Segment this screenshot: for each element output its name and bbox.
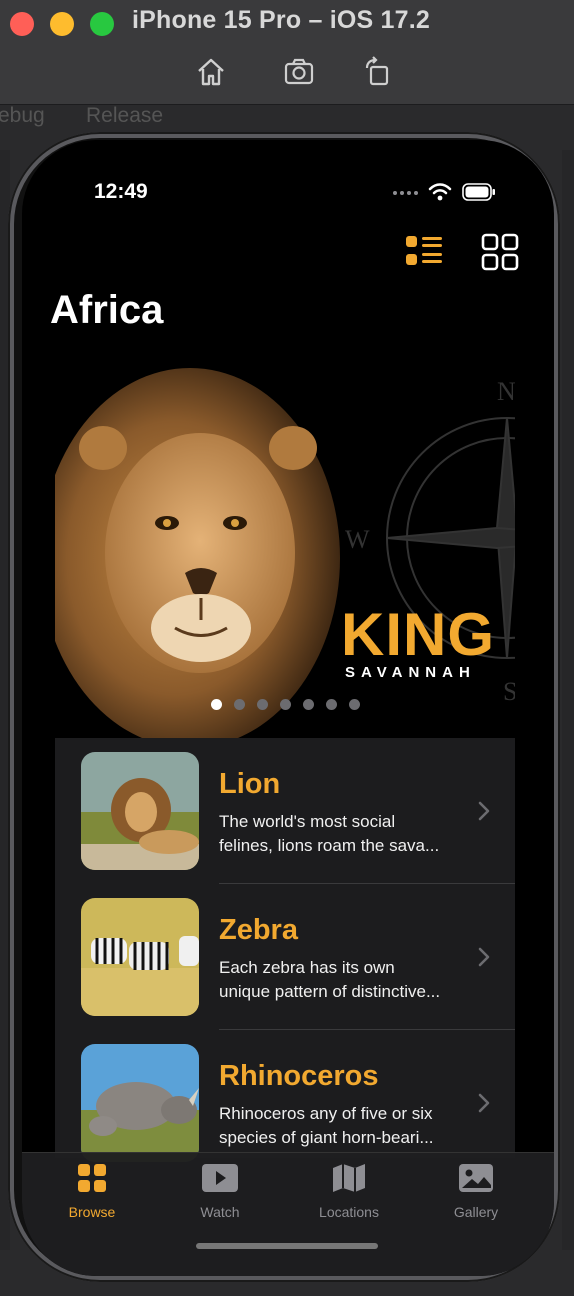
home-icon[interactable] <box>195 56 227 88</box>
gallery-icon <box>459 1164 493 1192</box>
list-view-icon[interactable] <box>404 232 444 272</box>
wifi-icon <box>428 183 452 201</box>
description-line: unique pattern of distinctive... <box>219 982 441 1001</box>
simulator-titlebar: iPhone 15 Pro – iOS 17.2 <box>0 0 574 105</box>
animal-description: The world's most social felines, lions r… <box>219 810 459 858</box>
chevron-right-icon <box>478 1093 490 1113</box>
lion-hero-image: N W S <box>55 368 515 738</box>
hero-headline: KING <box>341 601 495 668</box>
animal-name: Rhinoceros <box>219 1060 379 1092</box>
page-title: Africa <box>50 288 164 332</box>
hero-carousel[interactable]: N W S KING SAVANNAH <box>55 358 515 738</box>
animal-name: Lion <box>219 768 281 800</box>
chevron-right-icon <box>478 801 490 821</box>
description-line: felines, lions roam the sava... <box>219 836 440 855</box>
animal-name: Zebra <box>219 914 298 946</box>
description-line: The world's most social <box>219 812 396 831</box>
status-icons <box>392 182 496 202</box>
behind-label-release: Release <box>86 104 164 127</box>
window-title: iPhone 15 Pro – iOS 17.2 <box>132 6 430 34</box>
home-indicator[interactable] <box>196 1243 378 1249</box>
zebra-thumbnail <box>81 898 199 1016</box>
minimize-window-button[interactable] <box>50 12 74 36</box>
page-dot[interactable] <box>349 699 360 710</box>
tab-locations[interactable]: Locations <box>299 1163 399 1220</box>
behind-panel-right <box>562 150 574 1250</box>
page-indicator[interactable] <box>211 699 360 710</box>
lion-thumbnail <box>81 752 199 870</box>
page-dot[interactable] <box>234 699 245 710</box>
battery-icon <box>462 183 495 201</box>
page-dot[interactable] <box>303 699 314 710</box>
description-line: species of giant horn-beari... <box>219 1128 434 1147</box>
tab-label: Gallery <box>453 1204 499 1220</box>
animal-list: Lion The world's most social felines, li… <box>55 738 515 1162</box>
screenshot-icon[interactable] <box>283 56 315 88</box>
animal-description: Each zebra has its own unique pattern of… <box>219 956 459 1004</box>
grid-view-icon[interactable] <box>480 232 520 272</box>
page-dot[interactable] <box>280 699 291 710</box>
tab-label: Locations <box>319 1204 379 1220</box>
page-dot[interactable] <box>211 699 222 710</box>
description-line: Each zebra has its own <box>219 958 395 977</box>
description-line: Rhinoceros any of five or six <box>219 1104 433 1123</box>
tab-gallery[interactable]: Gallery <box>426 1163 526 1220</box>
cellular-icon <box>393 191 418 195</box>
rotate-icon[interactable] <box>362 56 394 88</box>
zoom-window-button[interactable] <box>90 12 114 36</box>
compass-s: S <box>503 677 515 706</box>
chevron-right-icon <box>478 947 490 967</box>
status-time: 12:49 <box>94 180 148 203</box>
page-dot[interactable] <box>326 699 337 710</box>
tab-bar: Browse Watch Locations Gallery <box>22 1152 554 1276</box>
compass-w: W <box>345 525 370 554</box>
phone-screen: 12:49 Africa N W S KING SAVANNAH Lion Th… <box>22 140 554 1276</box>
browse-icon <box>78 1164 106 1192</box>
page-dot[interactable] <box>257 699 268 710</box>
rhinoceros-thumbnail <box>81 1044 199 1162</box>
behind-label-debug: ebug <box>0 104 45 127</box>
close-window-button[interactable] <box>10 12 34 36</box>
compass-n: N <box>497 377 515 406</box>
list-item-zebra[interactable]: Zebra Each zebra has its own unique patt… <box>55 884 515 1030</box>
tab-browse[interactable]: Browse <box>42 1163 142 1220</box>
tab-label: Watch <box>200 1204 240 1220</box>
watch-icon <box>202 1164 238 1192</box>
tab-label: Browse <box>68 1204 116 1220</box>
map-icon <box>333 1164 365 1192</box>
animal-description: Rhinoceros any of five or six species of… <box>219 1102 459 1150</box>
hero-subheadline: SAVANNAH <box>345 664 476 681</box>
list-item-lion[interactable]: Lion The world's most social felines, li… <box>55 738 515 884</box>
tab-watch[interactable]: Watch <box>170 1163 270 1220</box>
